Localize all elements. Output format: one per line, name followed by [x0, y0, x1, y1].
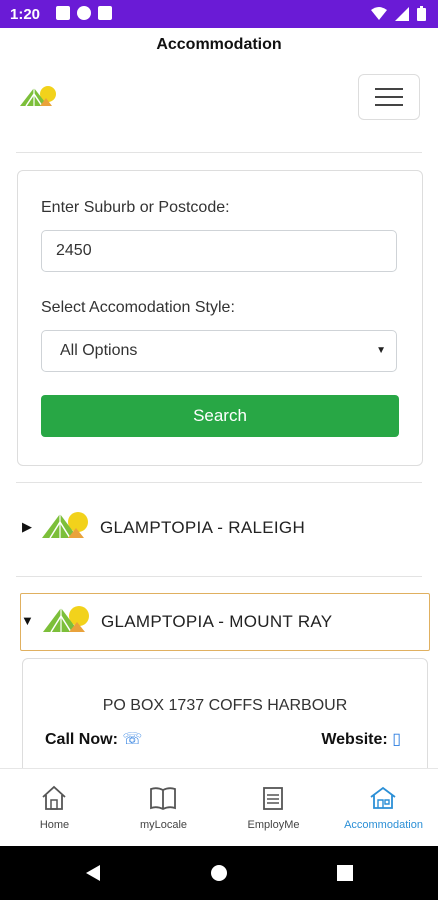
dropdown-arrow-icon: ▼ — [376, 345, 386, 356]
listing-name: GLAMPTOPIA - RALEIGH — [100, 518, 306, 537]
nav-employme[interactable]: EmployMe — [219, 769, 328, 847]
house-icon — [370, 786, 396, 809]
call-now[interactable]: Call Now: ☏ — [45, 729, 142, 749]
status-time: 1:20 — [10, 6, 41, 23]
search-card: Enter Suburb or Postcode: 2450 Select Ac… — [17, 170, 423, 466]
website-label: Website: — [321, 731, 388, 748]
suburb-input[interactable]: 2450 — [41, 230, 397, 272]
style-select-value: All Options — [60, 342, 138, 359]
brand-row — [0, 72, 438, 122]
listing-name: GLAMPTOPIA - MOUNT RAY — [101, 612, 333, 631]
sd-card-icon — [98, 6, 112, 20]
listing-details: PO BOX 1737 COFFS HARBOUR Call Now: ☏ We… — [22, 658, 428, 780]
nav-home[interactable]: Home — [0, 769, 109, 847]
battery-icon — [417, 6, 426, 21]
bottom-navigation: Home myLocale EmployMe Accommodation — [0, 768, 438, 847]
style-select[interactable]: All Options ▼ — [41, 330, 397, 372]
recents-icon[interactable] — [337, 865, 353, 881]
menu-toggle-button[interactable] — [358, 74, 420, 120]
nav-label: EmployMe — [247, 819, 300, 831]
collapsed-triangle-icon: ▶ — [22, 519, 32, 534]
wifi-icon — [371, 6, 387, 20]
notification-icon — [56, 6, 70, 20]
nav-label: myLocale — [139, 819, 188, 831]
listing-row-expanded[interactable]: ▼ GLAMPTOPIA - MOUNT RAY — [20, 593, 430, 651]
home-icon — [42, 785, 66, 810]
book-icon — [150, 787, 176, 811]
signal-icon — [395, 6, 409, 21]
style-label: Select Accomodation Style: — [41, 299, 235, 316]
glamptopia-logo — [20, 86, 56, 107]
call-now-label: Call Now: — [45, 731, 118, 748]
nav-mylocale[interactable]: myLocale — [109, 769, 218, 847]
status-bar: 1:20 — [0, 0, 438, 28]
app-notification-icon — [77, 6, 91, 20]
home-button-icon[interactable] — [210, 864, 228, 882]
glamptopia-logo — [43, 606, 89, 633]
nav-label: Home — [39, 819, 70, 831]
phone-icon[interactable]: ☏ — [122, 731, 142, 748]
website[interactable]: Website: ▯ — [321, 729, 401, 749]
suburb-label: Enter Suburb or Postcode: — [41, 199, 230, 216]
app-header: Accommodation — [0, 28, 438, 62]
listing-address: PO BOX 1737 COFFS HARBOUR — [102, 697, 348, 714]
system-navigation-bar — [0, 846, 438, 900]
expanded-triangle-icon: ▼ — [21, 613, 34, 628]
divider — [16, 576, 422, 577]
glamptopia-logo — [42, 512, 88, 539]
page-title: Accommodation — [156, 36, 282, 53]
divider — [16, 152, 422, 153]
link-icon[interactable]: ▯ — [392, 731, 401, 748]
search-button[interactable]: Search — [41, 395, 399, 437]
listing-row[interactable]: ▶ GLAMPTOPIA - RALEIGH — [20, 500, 428, 556]
nav-label: Accommodation — [344, 819, 423, 831]
nav-accommodation[interactable]: Accommodation — [329, 769, 438, 847]
back-icon[interactable] — [84, 864, 102, 882]
divider — [16, 482, 422, 483]
document-icon — [263, 787, 283, 810]
